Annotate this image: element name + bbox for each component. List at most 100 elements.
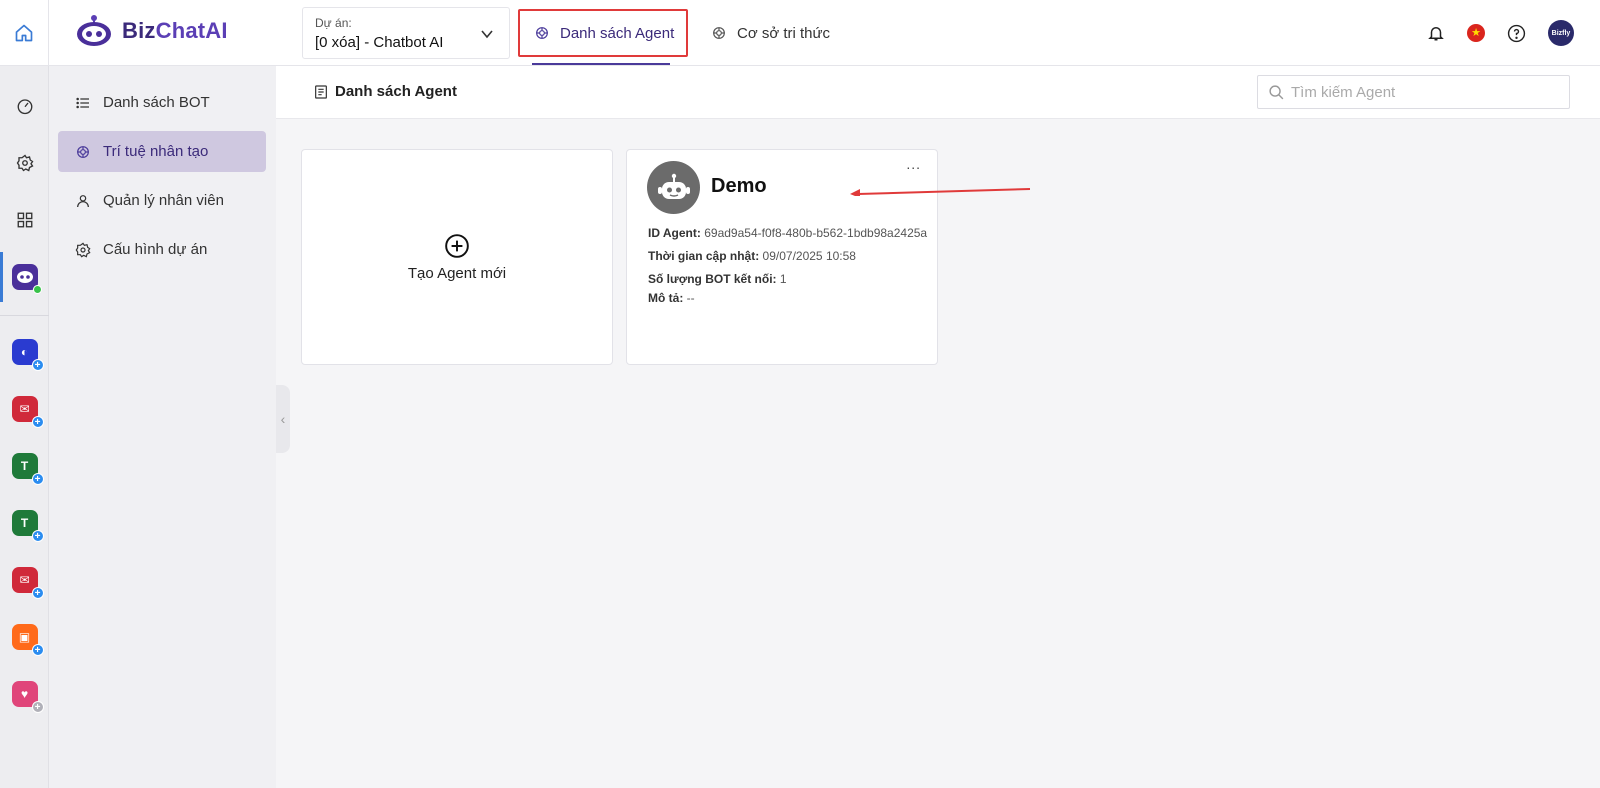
tab-knowledge-base[interactable]: Cơ sở tri thức xyxy=(711,9,830,57)
annotation-arrow xyxy=(850,188,1031,196)
rail-app-green-2[interactable]: T + xyxy=(0,503,49,543)
tab-agent-list[interactable]: Danh sách Agent xyxy=(518,9,688,57)
rail-bizchatai[interactable] xyxy=(0,257,49,297)
rail-dashboard[interactable] xyxy=(0,86,49,126)
search-input[interactable] xyxy=(1291,83,1561,101)
green-app-icon: T + xyxy=(11,453,44,485)
add-badge-icon: + xyxy=(31,701,44,713)
agent-updated-label: Thời gian cập nhật: xyxy=(648,249,760,263)
help-icon xyxy=(1507,24,1526,42)
user-avatar: Bizfly xyxy=(1548,20,1574,46)
language-button[interactable]: ★ xyxy=(1467,24,1485,42)
agent-bot-count-label: Số lượng BOT kết nối: xyxy=(648,272,777,286)
apps-grid-icon xyxy=(17,212,32,228)
agent-updated-value: 09/07/2025 10:58 xyxy=(762,249,856,263)
mail-app-icon: ✉ + xyxy=(11,396,44,428)
online-status-dot xyxy=(32,285,42,294)
settings-icon xyxy=(16,154,33,172)
agent-id-value: 69ad9a54-f0f8-480b-b562-1bdb98a2425a xyxy=(704,226,928,240)
project-select[interactable]: Dự án: [0 xóa] - Chatbot AI xyxy=(302,7,510,59)
app-blue-icon: ◐ + xyxy=(11,339,44,371)
search-field[interactable] xyxy=(1257,75,1570,109)
rail-app-pink[interactable]: ♥ + xyxy=(0,674,49,714)
agent-id-label: ID Agent: xyxy=(648,226,701,240)
tab-knowledge-base-label: Cơ sở tri thức xyxy=(737,24,831,42)
agent-description-value: -- xyxy=(686,291,695,305)
add-badge-icon: + xyxy=(31,359,44,371)
search-icon xyxy=(1269,84,1284,99)
dashboard-icon xyxy=(17,99,32,115)
rail-app-green-1[interactable]: T + xyxy=(0,446,49,486)
rail-divider xyxy=(0,315,49,316)
page-header: Danh sách Agent xyxy=(276,66,1600,119)
sidebar-item-staff[interactable]: Quản lý nhân viên xyxy=(58,180,266,221)
agent-updated-row: Thời gian cập nhật: 09/07/2025 10:58 xyxy=(648,249,856,263)
green-app-icon: T + xyxy=(11,510,44,542)
bizchatai-app-icon xyxy=(11,264,42,294)
agent-bot-count-value: 1 xyxy=(779,272,787,286)
heart-app-icon: ♥ + xyxy=(11,681,44,713)
project-select-label: Dự án: xyxy=(315,16,352,30)
home-icon xyxy=(15,24,33,42)
home-button[interactable] xyxy=(0,0,49,66)
rail-app-mail-red[interactable]: ✉ + xyxy=(0,389,49,429)
openai-icon xyxy=(713,27,725,39)
openai-icon xyxy=(536,27,548,39)
agent-description-label: Mô tả: xyxy=(648,291,684,305)
gear-icon xyxy=(75,241,91,258)
sidebar-item-ai[interactable]: Trí tuệ nhân tạo xyxy=(58,131,266,172)
rail-app-blue[interactable]: ◐ + xyxy=(0,332,49,372)
page-title: Danh sách Agent xyxy=(313,83,457,100)
sidebar-item-label: Danh sách BOT xyxy=(103,94,210,111)
agent-avatar xyxy=(647,161,700,214)
app-rail: ◐ + ✉ + T + T + ✉ + ▣ + ♥ + xyxy=(0,66,49,788)
brand-logo[interactable]: BizChatAI xyxy=(74,14,228,48)
rail-app-mail-red-2[interactable]: ✉ + xyxy=(0,560,49,600)
active-tab-underline xyxy=(532,63,670,65)
rail-settings[interactable] xyxy=(0,143,49,183)
ai-icon xyxy=(77,145,89,158)
add-badge-icon: + xyxy=(31,530,44,542)
shopping-bag-app-icon: ▣ + xyxy=(11,624,44,656)
agent-id-row: ID Agent: 69ad9a54-f0f8-480b-b562-1bdb98… xyxy=(648,226,927,240)
user-icon xyxy=(77,194,89,207)
agent-name: Demo xyxy=(711,175,767,197)
sidebar-item-bot-list[interactable]: Danh sách BOT xyxy=(58,82,266,123)
robot-icon xyxy=(657,173,690,199)
more-options-button[interactable]: ... xyxy=(906,156,921,172)
notifications-button[interactable] xyxy=(1427,24,1445,42)
chevron-left-icon: ‹ xyxy=(280,411,286,427)
rail-apps[interactable] xyxy=(0,200,49,240)
plus-circle-icon xyxy=(445,233,469,258)
rail-app-orange[interactable]: ▣ + xyxy=(0,617,49,657)
sidebar-item-label: Cấu hình dự án xyxy=(103,241,208,258)
list-icon xyxy=(76,97,89,108)
sidebar-collapse-button[interactable]: ‹ xyxy=(276,385,290,453)
header-actions: ★ Bizfly xyxy=(1427,20,1574,46)
brand-name: BizChatAI xyxy=(122,18,228,43)
sidebar: Danh sách BOT Trí tuệ nhân tạo Quản lý n… xyxy=(49,66,276,788)
add-badge-icon: + xyxy=(31,587,44,599)
create-agent-card[interactable]: Tạo Agent mới xyxy=(301,149,613,365)
document-list-icon xyxy=(315,84,327,99)
add-badge-icon: + xyxy=(31,473,44,485)
agent-bot-count-row: Số lượng BOT kết nối: 1 xyxy=(648,272,787,286)
robot-logo-icon xyxy=(77,15,111,46)
top-bar: BizChatAI Dự án: [0 xóa] - Chatbot AI Da… xyxy=(0,0,1600,66)
add-badge-icon: + xyxy=(31,644,44,656)
vietnam-flag-icon: ★ xyxy=(1467,24,1485,42)
add-badge-icon: + xyxy=(31,416,44,428)
sidebar-item-label: Quản lý nhân viên xyxy=(103,192,224,209)
sidebar-item-project-config[interactable]: Cấu hình dự án xyxy=(58,229,266,270)
project-select-value: [0 xóa] - Chatbot AI xyxy=(315,34,444,51)
mail-app-icon: ✉ + xyxy=(11,567,44,599)
agent-description-row: Mô tả: -- xyxy=(648,291,695,305)
tab-agent-list-label: Danh sách Agent xyxy=(560,24,675,42)
create-agent-label: Tạo Agent mới xyxy=(407,264,507,282)
help-button[interactable] xyxy=(1507,24,1526,43)
sidebar-item-label: Trí tuệ nhân tạo xyxy=(103,143,209,160)
bell-icon xyxy=(1428,27,1444,41)
page-title-text: Danh sách Agent xyxy=(335,83,457,100)
chevron-down-icon xyxy=(481,30,493,39)
user-menu-button[interactable]: Bizfly xyxy=(1548,20,1574,46)
